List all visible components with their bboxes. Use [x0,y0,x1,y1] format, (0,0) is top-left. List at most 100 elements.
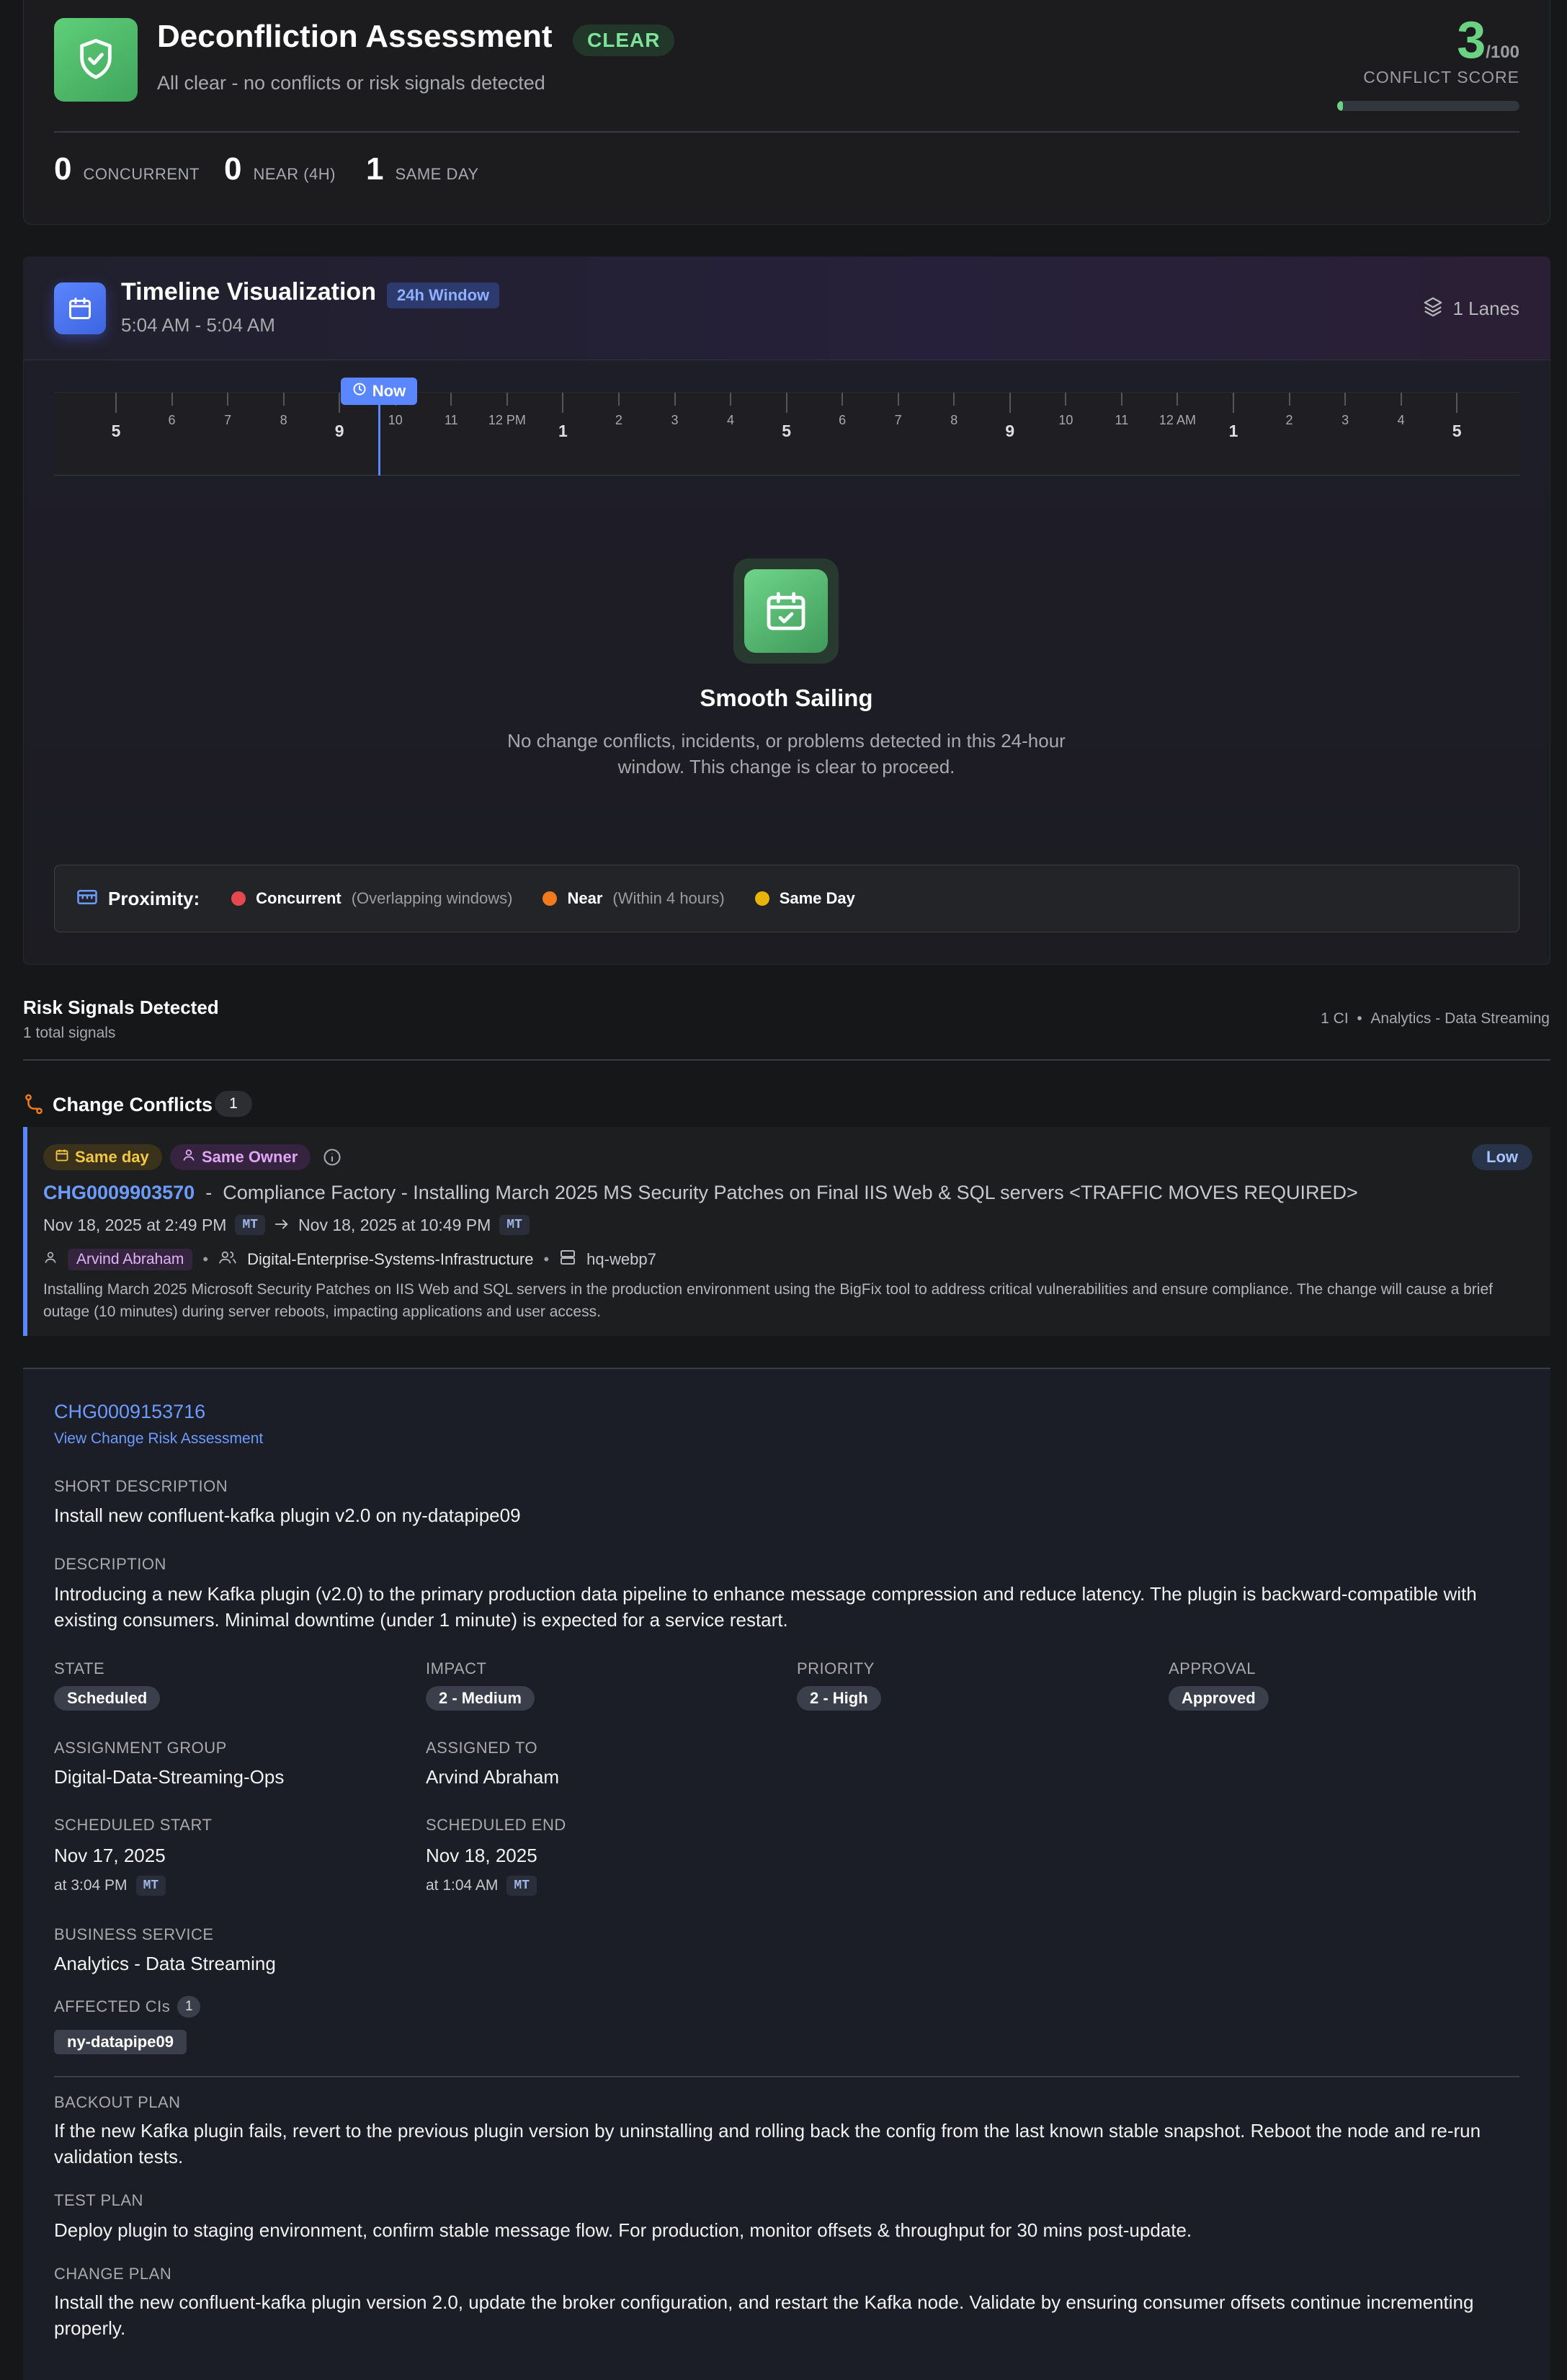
description: Introducing a new Kafka plugin (v2.0) to… [54,1583,1477,1631]
timeline-tick [1344,393,1347,406]
lanes-count: 1 Lanes [1452,298,1519,319]
legend-near: Near (Within 4 hours) [543,889,725,908]
stat-value: 0 [224,151,242,187]
conflict-title-line: CHG0009903570 - Compliance Factory - Ins… [43,1182,1358,1204]
business-service-label: BUSINESS SERVICE [54,1925,214,1943]
timeline-tick-label: 11 [444,413,458,427]
tag-label: Same day [75,1148,149,1166]
timeline-tick [282,393,285,406]
timeline-tick [450,393,452,406]
stat-same-day: 1 SAME DAY [366,151,479,187]
timeline-tick-label: 9 [1005,422,1015,440]
timeline-tick-label: 10 [388,413,403,427]
risk-level-badge: Low [1472,1144,1532,1170]
arrow-right-icon [274,1216,290,1235]
timeline-tick-label: 7 [894,413,902,427]
backout-plan: If the new Kafka plugin fails, revert to… [54,2120,1481,2167]
timeline-tick-label: 9 [334,422,344,440]
timeline-tick [1456,393,1458,413]
timeline-tick [115,393,117,413]
conflict-score: 3/100 [1457,14,1519,66]
timeline-tick-label: 8 [950,413,958,427]
owner-pill: Arvind Abraham [68,1249,193,1270]
timeline-tick [227,393,229,406]
stat-near: 0 NEAR (4H) [224,151,336,187]
legend-dot [231,891,246,906]
timeline-tick-label: 7 [224,413,232,427]
timeline-tick [674,393,676,406]
timeline-tick-label: 2 [615,413,622,427]
stat-concurrent: 0 CONCURRENT [54,151,200,187]
info-icon[interactable] [322,1147,342,1171]
timeline-tick-label: 1 [1228,422,1238,440]
assigned-to-value: Arvind Abraham [426,1766,559,1788]
timeline-tick-label: 6 [839,413,847,427]
legend-dot [543,891,558,906]
legend-name: Near [567,889,603,907]
impact-pill: 2 - Medium [426,1686,535,1711]
stat-label: SAME DAY [395,165,479,183]
timezone-badge: MT [235,1215,266,1235]
calendar-check-icon [733,558,839,664]
proximity-label: Proximity: [108,887,200,909]
timeline-tick-label: 5 [782,422,791,440]
risk-assessment-link[interactable]: View Change Risk Assessment [54,1430,263,1448]
timezone-badge: MT [135,1876,166,1896]
timezone-badge: MT [499,1215,530,1235]
change-number-link[interactable]: CHG0009153716 [54,1401,205,1423]
backout-plan-label: BACKOUT PLAN [54,2093,181,2111]
legend-name: Concurrent [256,889,341,907]
affected-cis-label: AFFECTED CIs [54,1997,171,2015]
timeline-tick [785,393,787,413]
scheduled-start-time: at 3:04 PM MT [54,1876,166,1896]
timeline-tick [897,393,899,406]
ruler-icon [76,888,98,910]
timeline-tick [1233,393,1234,413]
score-progress-bar [1337,101,1519,111]
timeline-tick-label: 10 [1058,413,1073,427]
score-value: 3 [1457,12,1486,69]
lanes-indicator: 1 Lanes [1422,295,1519,322]
timeline-tick-label: 11 [1115,413,1129,427]
timeline-tick [730,393,732,406]
approval-label: APPROVAL [1169,1659,1256,1677]
timeline-tick [1065,393,1067,406]
stat-label: NEAR (4H) [253,165,336,183]
empty-state-title: Smooth Sailing [700,685,873,711]
legend-name: Same Day [779,889,855,907]
priority-label: PRIORITY [797,1659,875,1677]
state-label: STATE [54,1659,105,1677]
timeline-tick [1177,393,1179,406]
timeline-tick-label: 1 [558,422,568,440]
timeline-title: Timeline Visualization [121,278,376,306]
timeline-tick [339,393,341,413]
status-badge: CLEAR [573,24,675,56]
window-badge: 24h Window [387,282,500,308]
change-conflicts-title: Change Conflicts [53,1094,213,1115]
legend-concurrent: Concurrent (Overlapping windows) [231,889,512,908]
separator: - [205,1182,213,1203]
business-service: Analytics - Data Streaming [1370,1010,1550,1027]
timeline-tick-label: 3 [671,413,679,427]
now-marker: Now [341,378,417,405]
conflict-change-link[interactable]: CHG0009903570 [43,1182,195,1203]
timeline-tick [841,393,844,406]
timeline-tick [171,393,173,406]
conflict-schedule: Nov 18, 2025 at 2:49 PM MT Nov 18, 2025 … [43,1215,530,1235]
divider [54,2076,1519,2077]
timeline-tick-label: 2 [1285,413,1293,427]
start-time: at 3:04 PM [54,1877,128,1894]
timeline-tick-label: 5 [1452,422,1462,440]
state-pill: Scheduled [54,1686,161,1711]
scheduled-start-date: Nov 17, 2025 [54,1845,166,1866]
user-icon [43,1249,58,1270]
timeline-tick [506,393,508,406]
timeline-range: 5:04 AM - 5:04 AM [121,314,275,336]
affected-ci-chip[interactable]: ny-datapipe09 [54,2030,187,2054]
users-icon [218,1249,237,1270]
conflict-short-desc: Compliance Factory - Installing March 20… [223,1182,1358,1203]
same-day-tag: Same day [43,1144,162,1170]
timeline-tick-label: 12 AM [1158,413,1196,427]
priority-pill: 2 - High [797,1686,881,1711]
conflict-end: Nov 18, 2025 at 10:49 PM [298,1215,491,1234]
